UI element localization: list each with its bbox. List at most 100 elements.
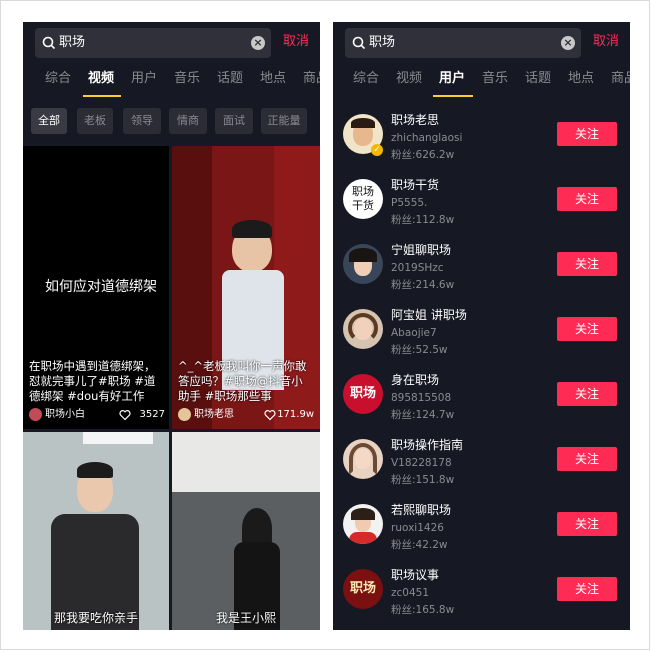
- result-tabs: 综合 视频 用户 音乐 话题 地点 商品: [23, 66, 320, 97]
- filter-chip-interview[interactable]: 面试: [215, 108, 253, 134]
- video-card[interactable]: 我是王小熙: [172, 432, 320, 630]
- follow-button[interactable]: 关注: [557, 577, 617, 601]
- user-name: 职场干货: [391, 178, 440, 192]
- person-hair: [77, 462, 113, 478]
- user-list-item[interactable]: ✓ 职场老思 zhichanglaosi 粉丝:626.2w 关注: [333, 110, 630, 170]
- follower-count: 粉丝:124.7w: [391, 409, 455, 421]
- user-name: 阿宝姐 讲职场: [391, 308, 467, 322]
- tab-places[interactable]: 地点: [260, 66, 286, 92]
- follow-button[interactable]: 关注: [557, 187, 617, 211]
- follower-count: 粉丝:626.2w: [391, 149, 455, 161]
- author-name[interactable]: 职场小白: [45, 408, 85, 422]
- avatar[interactable]: [343, 439, 383, 479]
- avatar[interactable]: [29, 408, 42, 421]
- user-id: zc0451: [391, 587, 430, 599]
- filter-chip-boss[interactable]: 老板: [77, 108, 113, 134]
- video-card[interactable]: 那我要吃你亲手: [23, 432, 169, 630]
- filter-chip-all[interactable]: 全部: [31, 108, 67, 134]
- user-name: 宁姐聊职场: [391, 243, 452, 257]
- tab-places[interactable]: 地点: [568, 66, 594, 92]
- user-name: 职场操作指南: [391, 438, 464, 452]
- user-list-item[interactable]: 职场干货 职场干货 P5555. 粉丝:112.8w 关注: [333, 175, 630, 235]
- tab-products[interactable]: 商品: [611, 66, 630, 92]
- avatar[interactable]: 职场: [343, 374, 383, 414]
- avatar-logo-text: 职场: [349, 581, 376, 596]
- avatar[interactable]: [343, 244, 383, 284]
- tab-users[interactable]: 用户: [131, 66, 157, 92]
- like-count: 3527: [139, 409, 165, 420]
- tab-video[interactable]: 视频: [88, 66, 114, 92]
- filter-chips: 全部 老板 领导 情商 面试 正能量: [23, 108, 320, 134]
- user-id: ruoxi1426: [391, 522, 444, 534]
- tab-topics[interactable]: 话题: [217, 66, 243, 92]
- avatar[interactable]: [343, 504, 383, 544]
- video-card[interactable]: 如何应对道德绑架 在职场中遇到道德绑架，怼就完事儿了#职场 #道德绑架 #dou…: [23, 146, 169, 429]
- result-tabs: 综合 视频 用户 音乐 话题 地点 商品: [333, 66, 630, 97]
- follower-count: 粉丝:42.2w: [391, 539, 448, 551]
- follow-button[interactable]: 关注: [557, 252, 617, 276]
- video-caption: 在职场中遇到道德绑架，怼就完事儿了#职场 #道德绑架 #dou有好工作: [29, 359, 156, 403]
- user-name: 职场老思: [391, 113, 440, 127]
- video-subtitle: 那我要吃你亲手: [53, 611, 138, 625]
- cancel-button[interactable]: 取消: [593, 32, 619, 52]
- user-list-item[interactable]: 若熙聊职场 ruoxi1426 粉丝:42.2w 关注: [333, 500, 630, 560]
- search-input[interactable]: 职场 ×: [35, 28, 271, 58]
- user-list-item[interactable]: 职场操作指南 V18228178 粉丝:151.8w 关注: [333, 435, 630, 495]
- search-query: 职场: [59, 35, 86, 50]
- heart-icon: [264, 410, 276, 421]
- clear-icon[interactable]: ×: [251, 36, 265, 50]
- follow-button[interactable]: 关注: [557, 317, 617, 341]
- like-count: 171.9w: [277, 409, 314, 420]
- avatar-logo-text: 职场: [349, 386, 376, 401]
- active-tab-indicator: [433, 95, 473, 97]
- tab-topics[interactable]: 话题: [525, 66, 551, 92]
- active-tab-indicator: [83, 95, 121, 97]
- search-icon: [42, 36, 56, 50]
- tab-video[interactable]: 视频: [396, 66, 422, 92]
- author-name[interactable]: 职场老思: [194, 408, 234, 422]
- video-author-row: 职场小白 3527: [29, 408, 165, 422]
- avatar[interactable]: [343, 309, 383, 349]
- video-card[interactable]: ^_^老板我叫你一声你敢答应吗？#职场@抖音小助手 #职场那些事 职场老思 17…: [172, 146, 320, 429]
- user-name: 若熙聊职场: [391, 503, 452, 517]
- filter-chip-positive[interactable]: 正能量: [261, 108, 307, 134]
- tab-comprehensive[interactable]: 综合: [45, 66, 71, 92]
- tab-users[interactable]: 用户: [439, 66, 465, 92]
- user-results-screen: 职场 × 取消 综合 视频 用户 音乐 话题 地点 商品 ✓ 职场老思 zhic…: [333, 22, 630, 630]
- user-name: 身在职场: [391, 373, 440, 387]
- video-caption: ^_^老板我叫你一声你敢答应吗？#职场@抖音小助手 #职场那些事: [178, 359, 307, 403]
- user-id: V18228178: [391, 457, 452, 469]
- user-list-item[interactable]: 宁姐聊职场 2019SHzc 粉丝:214.6w 关注: [333, 240, 630, 300]
- avatar[interactable]: [178, 408, 191, 421]
- search-input[interactable]: 职场 ×: [345, 28, 581, 58]
- verified-badge-icon: ✓: [371, 144, 383, 156]
- ceiling-light: [83, 432, 153, 444]
- follow-button[interactable]: 关注: [557, 447, 617, 471]
- video-author-row: 职场老思 171.9w: [178, 408, 314, 422]
- follower-count: 粉丝:112.8w: [391, 214, 455, 226]
- filter-chip-leader[interactable]: 领导: [123, 108, 161, 134]
- follow-button[interactable]: 关注: [557, 382, 617, 406]
- clear-icon[interactable]: ×: [561, 36, 575, 50]
- user-id: P5555.: [391, 197, 428, 209]
- search-icon: [352, 36, 366, 50]
- user-list-item[interactable]: 职场 职场议事 zc0451 粉丝:165.8w 关注: [333, 565, 630, 625]
- follower-count: 粉丝:52.5w: [391, 344, 448, 356]
- follow-button[interactable]: 关注: [557, 512, 617, 536]
- follow-button[interactable]: 关注: [557, 122, 617, 146]
- avatar[interactable]: 职场: [343, 569, 383, 609]
- filter-chip-eq[interactable]: 情商: [169, 108, 207, 134]
- cancel-button[interactable]: 取消: [283, 32, 309, 52]
- user-list-item[interactable]: 职场 身在职场 895815508 粉丝:124.7w 关注: [333, 370, 630, 430]
- user-list-item[interactable]: 阿宝姐 讲职场 Abaojie7 粉丝:52.5w 关注: [333, 305, 630, 365]
- tab-comprehensive[interactable]: 综合: [353, 66, 379, 92]
- avatar[interactable]: 职场干货: [343, 179, 383, 219]
- tab-products[interactable]: 商品: [303, 66, 320, 92]
- user-id: Abaojie7: [391, 327, 437, 339]
- follower-count: 粉丝:165.8w: [391, 604, 455, 616]
- tab-music[interactable]: 音乐: [174, 66, 200, 92]
- follower-count: 粉丝:214.6w: [391, 279, 455, 291]
- person-hair: [232, 220, 272, 238]
- video-subtitle: 我是王小熙: [215, 611, 276, 625]
- tab-music[interactable]: 音乐: [482, 66, 508, 92]
